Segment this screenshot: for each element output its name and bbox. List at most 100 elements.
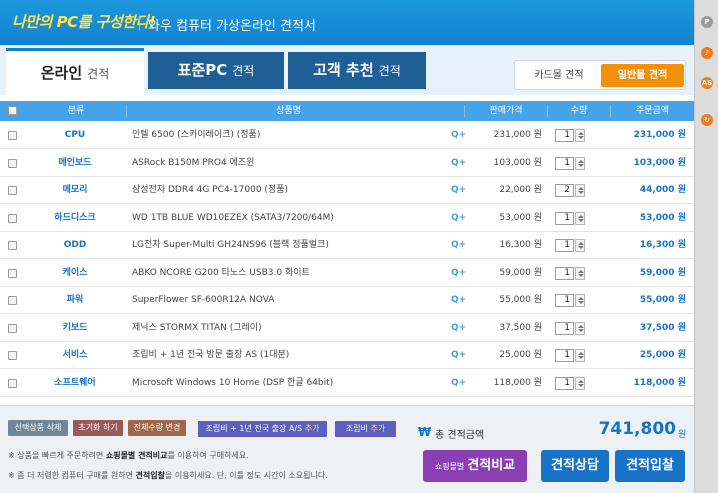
row-price: 59,000 원 bbox=[499, 267, 542, 278]
zoom-icon[interactable]: Q+ bbox=[451, 205, 466, 232]
button-label: 견적비교 bbox=[467, 458, 516, 473]
tab-standard-pc[interactable]: 표준PC 견적 bbox=[148, 52, 284, 89]
row-category: 소프트웨어 bbox=[54, 377, 96, 388]
quantity-input[interactable]: 1 bbox=[555, 376, 574, 390]
row-category: 키보드 bbox=[62, 322, 88, 333]
spinner-icon[interactable] bbox=[575, 266, 585, 280]
general-mall-estimate-button[interactable]: 일반몰 견적 bbox=[601, 64, 684, 87]
zoom-icon[interactable]: Q+ bbox=[451, 150, 466, 177]
tab-sub-label: 견적 bbox=[87, 67, 110, 81]
add-assembly-as-button[interactable]: 조립비 + 1년 전국 출장 A/S 추가 bbox=[198, 421, 327, 437]
zoom-icon[interactable]: Q+ bbox=[451, 177, 466, 204]
quantity-input[interactable]: 1 bbox=[555, 239, 574, 252]
row-checkbox[interactable] bbox=[8, 268, 17, 278]
zoom-icon[interactable]: Q+ bbox=[451, 315, 466, 342]
spinner-icon[interactable] bbox=[575, 184, 585, 197]
zoom-icon[interactable]: Q+ bbox=[451, 287, 466, 314]
row-checkbox[interactable] bbox=[8, 186, 17, 195]
quantity-input[interactable]: 1 bbox=[555, 211, 574, 225]
quantity-stepper[interactable]: 1 bbox=[555, 205, 589, 232]
compare-by-mall-button[interactable]: 쇼핑몰별 견적비교 bbox=[423, 450, 527, 482]
spinner-icon[interactable] bbox=[575, 294, 585, 307]
quantity-input[interactable]: 1 bbox=[555, 266, 574, 280]
table-row: 케이스 ABKO NCORE G200 타노스 USB3.0 화이트 Q+ 59… bbox=[0, 260, 694, 287]
row-checkbox[interactable] bbox=[8, 323, 17, 333]
tab-label: 고객 추천 bbox=[313, 61, 374, 79]
row-product-name[interactable]: 제닉스 STORMX TITAN (그레이) bbox=[132, 315, 432, 342]
quantity-input[interactable]: 1 bbox=[555, 349, 574, 362]
row-product-name[interactable]: 인텔 6500 (스카이레이크) (정품) bbox=[132, 122, 432, 149]
quantity-stepper[interactable]: 1 bbox=[555, 370, 589, 397]
select-all-checkbox[interactable] bbox=[8, 106, 17, 115]
zoom-icon[interactable]: Q+ bbox=[451, 122, 466, 149]
as-icon[interactable]: AS bbox=[701, 77, 713, 89]
tab-online-estimate[interactable]: 온라인 견적 bbox=[6, 48, 144, 95]
row-product-name[interactable]: LG전자 Super-Multi GH24NS96 (블랙 정품벌크) bbox=[132, 232, 432, 259]
row-checkbox[interactable] bbox=[8, 241, 17, 250]
delete-selected-button[interactable]: 선택상품 삭제 bbox=[8, 420, 68, 436]
page-title: 와우 컴퓨터 가상온라인 견적서 bbox=[148, 19, 316, 34]
header-bar: 나만의 PC를 구성한다! 와우 컴퓨터 가상온라인 견적서 bbox=[0, 0, 694, 45]
quantity-input[interactable]: 2 bbox=[555, 184, 574, 197]
spinner-icon[interactable] bbox=[575, 129, 585, 142]
row-checkbox[interactable] bbox=[8, 296, 17, 305]
refresh-icon[interactable]: ↻ bbox=[701, 114, 713, 126]
consult-button[interactable]: 견적상담 bbox=[541, 450, 609, 482]
row-checkbox[interactable] bbox=[8, 351, 17, 360]
row-checkbox[interactable] bbox=[8, 131, 17, 140]
quantity-stepper[interactable]: 1 bbox=[555, 315, 589, 342]
note-text: ※ 좀 더 저렴한 컴퓨터 구매를 원하면 bbox=[8, 471, 133, 480]
spinner-icon[interactable] bbox=[575, 321, 585, 335]
row-checkbox[interactable] bbox=[8, 378, 17, 388]
row-product-name[interactable]: ABKO NCORE G200 타노스 USB3.0 화이트 bbox=[132, 260, 432, 287]
add-assembly-button[interactable]: 조립비 추가 bbox=[335, 421, 396, 437]
spinner-icon[interactable] bbox=[575, 239, 585, 252]
quantity-input[interactable]: 1 bbox=[555, 294, 574, 307]
table-row: 메모리 삼성전자 DDR4 4G PC4-17000 (정품) Q+ 22,00… bbox=[0, 177, 694, 204]
spinner-icon[interactable] bbox=[575, 211, 585, 225]
quantity-input[interactable]: 1 bbox=[555, 321, 574, 335]
quantity-stepper[interactable]: 1 bbox=[555, 287, 589, 314]
spinner-icon[interactable] bbox=[575, 349, 585, 362]
row-product-name[interactable]: WD 1TB BLUE WD10EZEX (SATA3/7200/64M) bbox=[132, 205, 432, 232]
quantity-stepper[interactable]: 1 bbox=[555, 232, 589, 259]
spinner-icon[interactable] bbox=[575, 156, 585, 170]
card-mall-estimate-button[interactable]: 카드몰 견적 bbox=[519, 64, 599, 87]
col-product: 상품명 bbox=[276, 106, 301, 116]
quantity-stepper[interactable]: 1 bbox=[555, 342, 589, 369]
row-checkbox[interactable] bbox=[8, 213, 17, 223]
zoom-icon[interactable]: Q+ bbox=[451, 370, 466, 397]
note-emphasis: 견적입찰 bbox=[135, 471, 165, 480]
button-label: 조립비 + 1년 전국 출장 A/S bbox=[205, 424, 303, 433]
quantity-input[interactable]: 1 bbox=[555, 129, 574, 142]
tab-label: 표준PC bbox=[177, 61, 228, 79]
row-category: 파워 bbox=[66, 295, 84, 305]
quantity-stepper[interactable]: 1 bbox=[555, 260, 589, 287]
tab-customer-recommend[interactable]: 고객 추천 견적 bbox=[288, 52, 426, 89]
bid-button[interactable]: 견적입찰 bbox=[615, 450, 685, 482]
zoom-icon[interactable]: Q+ bbox=[451, 232, 466, 259]
row-product-name[interactable]: 삼성전자 DDR4 4G PC4-17000 (정품) bbox=[132, 177, 432, 204]
points-icon[interactable]: P bbox=[701, 16, 713, 28]
quantity-stepper[interactable]: 1 bbox=[555, 122, 589, 149]
quantity-stepper[interactable]: 1 bbox=[555, 150, 589, 177]
row-checkbox[interactable] bbox=[8, 158, 17, 168]
spinner-icon[interactable] bbox=[575, 376, 585, 390]
change-qty-button[interactable]: 전체수량 변경 bbox=[128, 420, 186, 436]
zoom-icon[interactable]: Q+ bbox=[451, 342, 466, 369]
row-total: 55,000 원 bbox=[639, 295, 686, 305]
note-text: 를 이용하여 구매하세요. bbox=[167, 451, 249, 460]
row-product-name[interactable]: 조립비 + 1년 전국 방문 출장 AS (1대분) bbox=[132, 342, 432, 369]
reset-button[interactable]: 초기화 하기 bbox=[73, 420, 123, 436]
row-category: ODD bbox=[63, 240, 87, 250]
table-row: 서비스 조립비 + 1년 전국 방문 출장 AS (1대분) Q+ 25,000… bbox=[0, 342, 694, 369]
row-product-name[interactable]: ASRock B150M PRO4 에즈윈 bbox=[132, 150, 432, 177]
tab-sub-label: 견적 bbox=[232, 64, 255, 78]
quantity-stepper[interactable]: 2 bbox=[555, 177, 589, 204]
row-product-name[interactable]: Microsoft Windows 10 Home (DSP 한글 64bit) bbox=[132, 370, 432, 397]
row-product-name[interactable]: SuperFlower SF-600R12A NOVA bbox=[132, 287, 432, 314]
zoom-icon[interactable]: Q+ bbox=[451, 260, 466, 287]
music-icon[interactable]: ♪ bbox=[701, 47, 713, 59]
quantity-input[interactable]: 1 bbox=[555, 156, 574, 170]
col-qty: 수량 bbox=[570, 106, 588, 116]
